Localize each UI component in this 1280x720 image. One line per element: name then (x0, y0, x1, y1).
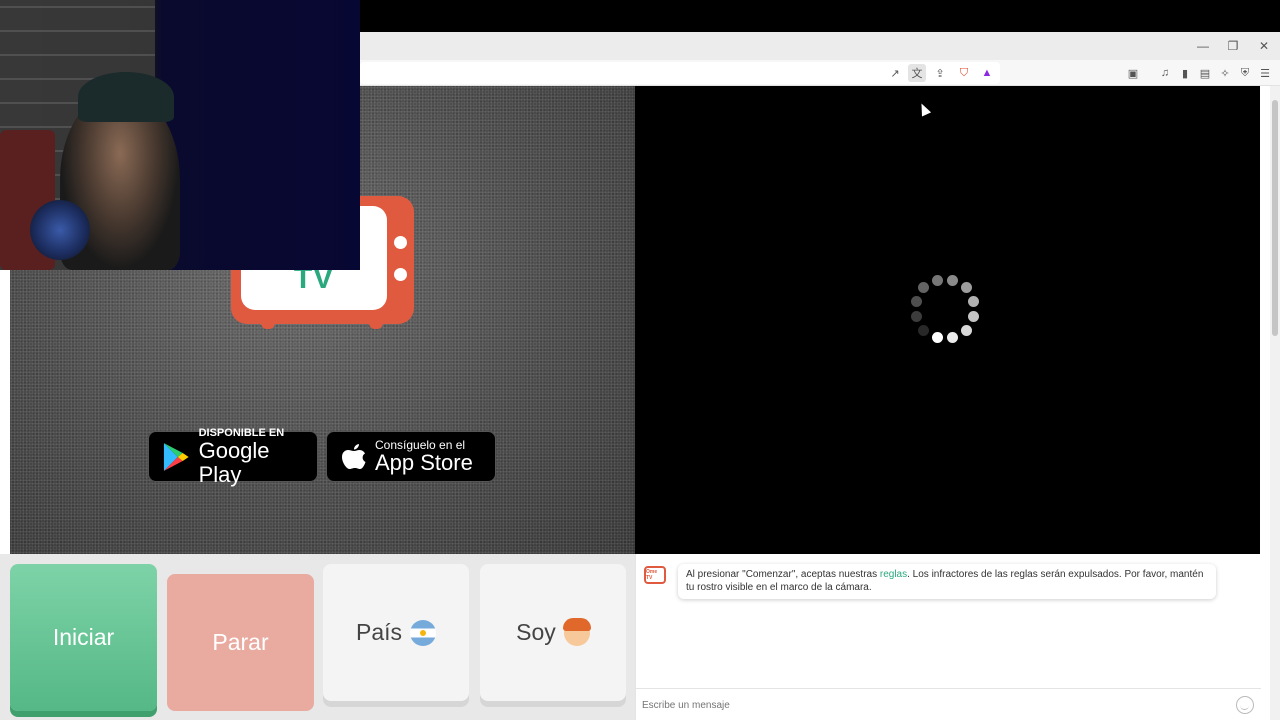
google-play-big-text: Google Play (198, 437, 270, 487)
boy-face-icon (562, 617, 591, 646)
webcam-person-cap (78, 72, 174, 122)
tv-knob-icon (394, 236, 407, 249)
spinner-dot (968, 311, 980, 323)
app-store-badge[interactable]: Consíguelo en el App Store (326, 431, 496, 482)
spinner-dot (918, 324, 930, 336)
scrollbar-thumb[interactable] (1272, 100, 1278, 336)
spinner-dot (910, 295, 922, 307)
spinner-dot (960, 282, 972, 294)
minimize-button[interactable]: — (1188, 32, 1218, 60)
share-icon[interactable]: ⇪ (931, 64, 949, 82)
rules-link[interactable]: reglas (880, 569, 907, 580)
wallet-icon[interactable]: ▤ (1196, 64, 1214, 82)
chat-panel: Ome TV Al presionar "Comenzar", aceptas … (635, 554, 1261, 720)
menu-icon[interactable]: ☰ (1256, 64, 1274, 82)
vertical-scrollbar[interactable] (1270, 86, 1280, 720)
gender-button-label: Soy (516, 619, 556, 645)
app-store-big-text: App Store (375, 449, 473, 475)
sidebar-icon[interactable]: ▮ (1176, 64, 1194, 82)
music-icon[interactable]: ♫ (1156, 64, 1174, 82)
loading-spinner-icon (905, 269, 985, 349)
tv-knob-icon (394, 268, 407, 281)
google-play-small-text: DISPONIBLE EN (198, 426, 285, 439)
start-button-label: Iniciar (52, 624, 115, 650)
country-button-label: País (355, 619, 403, 645)
brave-shield-icon[interactable]: ⛉ (955, 64, 973, 82)
leo-icon[interactable]: ✧ (1216, 64, 1234, 82)
argentina-flag-icon (410, 619, 437, 646)
restore-button[interactable]: ❐ (1218, 32, 1248, 60)
screenshot-icon[interactable]: ▣ (1124, 64, 1142, 82)
vpn-icon[interactable]: ⛨ (1236, 64, 1254, 82)
brave-rewards-icon[interactable]: ▲ (978, 64, 996, 82)
message-input[interactable] (642, 695, 1222, 715)
spinner-dot (910, 311, 922, 323)
ometv-avatar-icon: Ome TV (644, 566, 666, 584)
webcam-microphone (30, 200, 90, 260)
close-window-button[interactable]: ✕ (1249, 32, 1279, 60)
start-button[interactable]: Iniciar (10, 564, 157, 711)
emoji-icon[interactable] (1236, 696, 1254, 714)
spinner-dot (947, 332, 959, 344)
apple-icon (342, 443, 366, 469)
external-link-icon[interactable]: ↗ (886, 64, 904, 82)
spinner-dot (968, 295, 980, 307)
spinner-dot (931, 274, 943, 286)
spinner-dot (960, 324, 972, 336)
translate-icon[interactable]: 文 (908, 64, 926, 82)
app-store-small-text: Consíguelo en el (375, 437, 466, 452)
spinner-dot (931, 332, 943, 344)
webcam-overlay (0, 0, 360, 270)
chat-input-area (636, 688, 1261, 720)
stop-button-label: Parar (212, 629, 269, 655)
message-text-start: Al presionar "Comenzar", aceptas nuestra… (686, 569, 880, 580)
gender-selector-button[interactable]: Soy (480, 564, 626, 701)
remote-video-panel (635, 86, 1260, 554)
google-play-icon (163, 442, 189, 471)
country-selector-button[interactable]: País (323, 564, 469, 701)
system-message: Al presionar "Comenzar", aceptas nuestra… (678, 564, 1216, 599)
spinner-dot (947, 274, 959, 286)
google-play-badge[interactable]: DISPONIBLE EN Google Play (148, 427, 318, 486)
address-bar[interactable] (360, 62, 1000, 84)
stop-button[interactable]: Parar (167, 574, 314, 711)
spinner-dot (918, 282, 930, 294)
